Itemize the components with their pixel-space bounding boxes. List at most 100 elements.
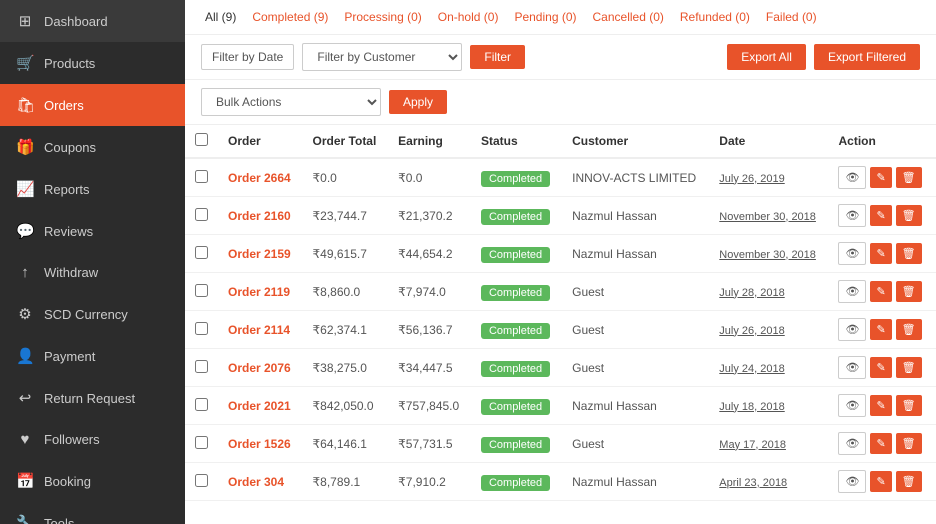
tab-cancelled[interactable]: Cancelled (0): [589, 8, 668, 26]
delete-button-3[interactable]: 🗑: [896, 281, 922, 302]
row-date-8: April 23, 2018: [709, 463, 828, 501]
booking-icon: 📅: [16, 472, 34, 490]
sidebar-item-tools[interactable]: 🔧Tools: [0, 502, 185, 524]
sidebar-label-booking: Booking: [44, 474, 91, 489]
edit-button-4[interactable]: ✎: [870, 319, 891, 340]
sidebar-item-booking[interactable]: 📅 Booking: [0, 460, 185, 502]
view-button-5[interactable]: 👁: [838, 356, 866, 379]
row-checkbox-7[interactable]: [195, 436, 208, 449]
order-link-6[interactable]: Order 2021: [228, 399, 291, 413]
row-checkbox-6[interactable]: [195, 398, 208, 411]
row-date-5: July 24, 2018: [709, 349, 828, 387]
order-link-8[interactable]: Order 304: [228, 475, 284, 489]
payment-icon: 👤: [16, 347, 34, 365]
filter-button[interactable]: Filter: [470, 45, 525, 69]
sidebar-item-reports[interactable]: 📈Reports: [0, 168, 185, 210]
edit-button-3[interactable]: ✎: [870, 281, 891, 302]
tab-pending[interactable]: Pending (0): [510, 8, 580, 26]
row-checkbox-3[interactable]: [195, 284, 208, 297]
row-checkbox-5[interactable]: [195, 360, 208, 373]
delete-button-4[interactable]: 🗑: [896, 319, 922, 340]
sidebar-item-products[interactable]: 🛒Products: [0, 42, 185, 84]
delete-button-7[interactable]: 🗑: [896, 433, 922, 454]
delete-button-0[interactable]: 🗑: [896, 167, 922, 188]
row-checkbox-1[interactable]: [195, 208, 208, 221]
sidebar-item-dashboard[interactable]: ⊞Dashboard: [0, 0, 185, 42]
view-button-7[interactable]: 👁: [838, 432, 866, 455]
sidebar-label-withdraw: Withdraw: [44, 265, 98, 280]
date-link-8: April 23, 2018: [719, 477, 787, 489]
row-customer-2: Nazmul Hassan: [562, 235, 709, 273]
row-checkbox-8[interactable]: [195, 474, 208, 487]
delete-button-1[interactable]: 🗑: [896, 205, 922, 226]
row-date-3: July 28, 2018: [709, 273, 828, 311]
filter-customer-select[interactable]: Filter by Customer: [302, 43, 462, 71]
row-status-7: Completed: [471, 425, 562, 463]
order-link-7[interactable]: Order 1526: [228, 437, 291, 451]
edit-button-0[interactable]: ✎: [870, 167, 891, 188]
col-date: Date: [709, 125, 828, 158]
view-button-8[interactable]: 👁: [838, 470, 866, 493]
sidebar-item-orders[interactable]: 🛍Orders: [0, 84, 185, 126]
edit-button-2[interactable]: ✎: [870, 243, 891, 264]
view-button-4[interactable]: 👁: [838, 318, 866, 341]
edit-button-7[interactable]: ✎: [870, 433, 891, 454]
order-link-5[interactable]: Order 2076: [228, 361, 291, 375]
order-link-4[interactable]: Order 2114: [228, 323, 290, 337]
row-checkbox-cell: [185, 311, 218, 349]
tab-onhold[interactable]: On-hold (0): [434, 8, 503, 26]
select-all-checkbox[interactable]: [195, 133, 208, 146]
date-link-4: July 26, 2018: [719, 325, 784, 337]
sidebar-item-followers[interactable]: ♥Followers: [0, 419, 185, 460]
filter-date-button[interactable]: Filter by Date: [201, 44, 294, 70]
tab-completed[interactable]: Completed (9): [248, 8, 332, 26]
delete-button-2[interactable]: 🗑: [896, 243, 922, 264]
table-row: Order 2664 ₹0.0 ₹0.0 Completed INNOV-ACT…: [185, 158, 936, 197]
row-customer-1: Nazmul Hassan: [562, 197, 709, 235]
view-button-0[interactable]: 👁: [838, 166, 866, 189]
view-button-2[interactable]: 👁: [838, 242, 866, 265]
order-link-3[interactable]: Order 2119: [228, 285, 290, 299]
tab-refunded[interactable]: Refunded (0): [676, 8, 754, 26]
sidebar-item-reviews[interactable]: 💬Reviews: [0, 210, 185, 252]
export-filtered-button[interactable]: Export Filtered: [814, 44, 920, 70]
row-date-2: November 30, 2018: [709, 235, 828, 273]
col-order: Order: [218, 125, 303, 158]
row-checkbox-2[interactable]: [195, 246, 208, 259]
sidebar-label-payment: Payment: [44, 349, 95, 364]
row-order-7: Order 1526: [218, 425, 303, 463]
bulk-actions-select[interactable]: Bulk Actions: [201, 88, 381, 116]
view-button-3[interactable]: 👁: [838, 280, 866, 303]
sidebar-item-withdraw[interactable]: ↑Withdraw: [0, 252, 185, 293]
edit-button-6[interactable]: ✎: [870, 395, 891, 416]
order-link-2[interactable]: Order 2159: [228, 247, 291, 261]
tab-failed[interactable]: Failed (0): [762, 8, 821, 26]
row-checkbox-4[interactable]: [195, 322, 208, 335]
row-checkbox-0[interactable]: [195, 170, 208, 183]
col-total: Order Total: [303, 125, 389, 158]
view-button-1[interactable]: 👁: [838, 204, 866, 227]
view-button-6[interactable]: 👁: [838, 394, 866, 417]
status-badge-5: Completed: [481, 361, 550, 377]
edit-button-8[interactable]: ✎: [870, 471, 891, 492]
row-actions-6: 👁 ✎ 🗑: [828, 387, 936, 425]
sidebar-item-return-request[interactable]: ↩Return Request: [0, 377, 185, 419]
row-customer-0: INNOV-ACTS LIMITED: [562, 158, 709, 197]
delete-button-6[interactable]: 🗑: [896, 395, 922, 416]
row-customer-5: Guest: [562, 349, 709, 387]
edit-button-5[interactable]: ✎: [870, 357, 891, 378]
edit-button-1[interactable]: ✎: [870, 205, 891, 226]
order-link-1[interactable]: Order 2160: [228, 209, 291, 223]
export-all-button[interactable]: Export All: [727, 44, 806, 70]
sidebar-item-scd-currency[interactable]: ⚙SCD Currency: [0, 293, 185, 335]
row-status-8: Completed: [471, 463, 562, 501]
delete-button-8[interactable]: 🗑: [896, 471, 922, 492]
sidebar-item-payment[interactable]: 👤 Payment: [0, 335, 185, 377]
delete-button-5[interactable]: 🗑: [896, 357, 922, 378]
order-link-0[interactable]: Order 2664: [228, 171, 291, 185]
sidebar-item-coupons[interactable]: 🎁Coupons: [0, 126, 185, 168]
tab-all[interactable]: All (9): [201, 8, 240, 26]
row-total-6: ₹842,050.0: [303, 387, 389, 425]
tab-processing[interactable]: Processing (0): [340, 8, 425, 26]
bulk-apply-button[interactable]: Apply: [389, 90, 447, 114]
